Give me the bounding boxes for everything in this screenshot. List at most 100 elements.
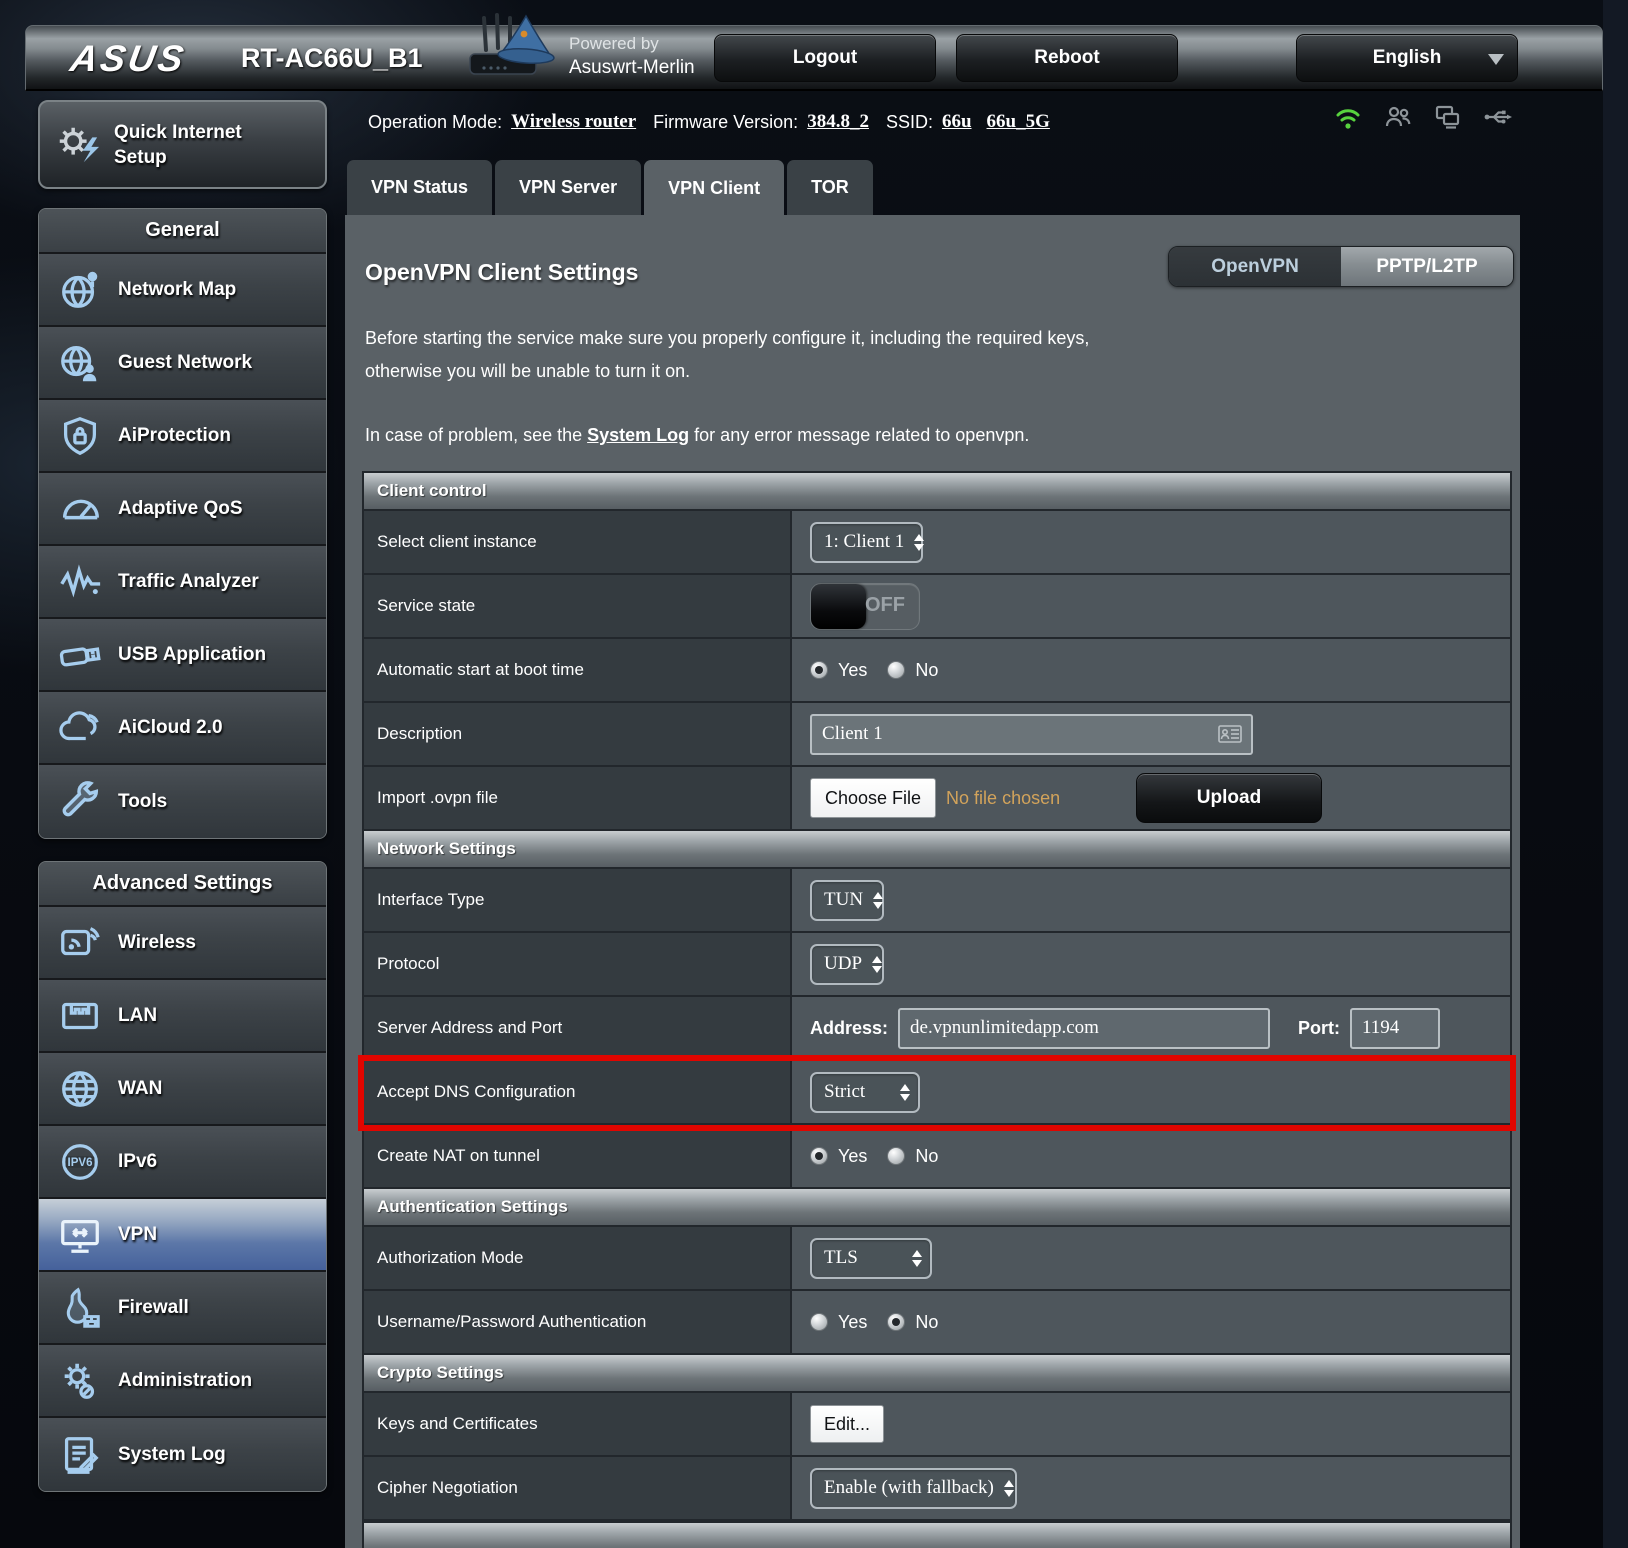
vpn-monitor-icon — [57, 1212, 103, 1258]
row-label: Service state — [364, 575, 792, 637]
sidebar-item-administration[interactable]: Administration — [39, 1345, 326, 1418]
sidebar-item-usb-application[interactable]: USB Application — [39, 619, 326, 692]
sidebar-item-tools[interactable]: Tools — [39, 765, 326, 838]
userpass-yes-radio[interactable] — [810, 1313, 828, 1331]
row-label: Authorization Mode — [364, 1227, 792, 1289]
row-label: Create NAT on tunnel — [364, 1125, 792, 1187]
userpass-auth-row: Username/Password Authentication Yes No — [364, 1291, 1510, 1355]
globe-pin-icon — [57, 267, 103, 313]
devices-status-icon[interactable] — [1433, 102, 1463, 132]
sidebar-item-aicloud[interactable]: AiCloud 2.0 — [39, 692, 326, 765]
protocol-select[interactable]: UDP — [810, 944, 884, 985]
sidebar: Quick Internet Setup General Network Map — [38, 100, 327, 1514]
sidebar-item-system-log[interactable]: System Log — [39, 1418, 326, 1491]
radio-label: Yes — [838, 1146, 867, 1167]
select-arrows-icon — [914, 534, 924, 551]
client-control-header: Client control — [364, 473, 1510, 511]
row-label: Server Address and Port — [364, 997, 792, 1059]
port-label: Port: — [1298, 1018, 1340, 1039]
operation-mode-link[interactable]: Wireless router — [511, 111, 636, 133]
description-input[interactable] — [810, 714, 1253, 755]
auto-start-yes-radio[interactable] — [810, 661, 828, 679]
no-file-chosen-text: No file chosen — [946, 788, 1060, 809]
sidebar-item-firewall[interactable]: Firewall — [39, 1272, 326, 1345]
choose-file-button[interactable]: Choose File — [810, 778, 936, 818]
sidebar-item-label: Adaptive QoS — [118, 498, 243, 520]
advanced-settings-section: Advanced Settings Wireless LAN — [38, 861, 327, 1492]
sidebar-item-traffic-analyzer[interactable]: Traffic Analyzer — [39, 546, 326, 619]
userpass-no-radio[interactable] — [887, 1313, 905, 1331]
firmware-label: Firmware Version: — [653, 112, 798, 133]
clients-status-icon[interactable] — [1383, 102, 1413, 132]
select-client-row: Select client instance 1: Client 1 — [364, 511, 1510, 575]
tab-vpn-status[interactable]: VPN Status — [347, 160, 492, 215]
contact-card-icon — [1217, 722, 1243, 746]
firmware-link[interactable]: 384.8_2 — [807, 111, 869, 133]
sidebar-item-network-map[interactable]: Network Map — [39, 254, 326, 327]
tab-vpn-client[interactable]: VPN Client — [644, 160, 784, 217]
next-section-header-cut — [364, 1521, 1510, 1548]
merlin-router-icon — [456, 10, 568, 88]
pptp-l2tp-tab-button[interactable]: PPTP/L2TP — [1341, 247, 1513, 286]
vpn-type-switch: OpenVPN PPTP/L2TP — [1168, 246, 1514, 287]
sidebar-item-lan[interactable]: LAN — [39, 980, 326, 1053]
authorization-mode-select[interactable]: TLS — [810, 1238, 932, 1279]
cloud-icon — [57, 705, 103, 751]
create-nat-no-radio[interactable] — [887, 1147, 905, 1165]
sidebar-item-label: Network Map — [118, 279, 236, 301]
waveform-icon — [57, 559, 103, 605]
reboot-button[interactable]: Reboot — [956, 34, 1178, 82]
ssid-24g-link[interactable]: 66u — [942, 111, 972, 133]
client-instance-select[interactable]: 1: Client 1 — [810, 522, 923, 563]
interface-type-select[interactable]: TUN — [810, 880, 884, 921]
sidebar-item-vpn[interactable]: VPN — [39, 1199, 326, 1272]
service-state-toggle[interactable]: OFF — [810, 583, 920, 630]
quick-internet-setup-button[interactable]: Quick Internet Setup — [38, 100, 327, 189]
globe-user-icon — [57, 340, 103, 386]
globe-icon — [57, 1066, 103, 1112]
sidebar-item-label: Administration — [118, 1370, 252, 1392]
logout-button[interactable]: Logout — [714, 34, 936, 82]
keys-certificates-row: Keys and Certificates Edit... — [364, 1393, 1510, 1457]
sidebar-item-label: AiCloud 2.0 — [118, 717, 223, 739]
create-nat-yes-radio[interactable] — [810, 1147, 828, 1165]
sidebar-item-adaptive-qos[interactable]: Adaptive QoS — [39, 473, 326, 546]
ssid-5g-link[interactable]: 66u_5G — [987, 111, 1050, 133]
server-address-input[interactable] — [898, 1008, 1270, 1049]
openvpn-tab-button[interactable]: OpenVPN — [1169, 247, 1341, 286]
import-ovpn-row: Import .ovpn file Choose File No file ch… — [364, 767, 1510, 831]
tab-vpn-server[interactable]: VPN Server — [495, 160, 641, 215]
select-arrows-icon — [912, 1250, 922, 1267]
authorization-mode-row: Authorization Mode TLS — [364, 1227, 1510, 1291]
upload-button[interactable]: Upload — [1136, 773, 1322, 823]
auto-start-row: Automatic start at boot time Yes No — [364, 639, 1510, 703]
quick-internet-setup-label: Quick Internet Setup — [114, 120, 242, 170]
cipher-negotiation-select[interactable]: Enable (with fallback) — [810, 1468, 1017, 1509]
auto-start-no-radio[interactable] — [887, 661, 905, 679]
row-label: Cipher Negotiation — [364, 1457, 792, 1519]
asus-logo: ASUS — [67, 38, 189, 80]
language-dropdown[interactable]: English — [1296, 34, 1518, 82]
status-icons — [1333, 102, 1513, 132]
status-infobar: Operation Mode: Wireless router Firmware… — [368, 103, 1050, 141]
system-log-link[interactable]: System Log — [587, 425, 689, 445]
sidebar-item-label: System Log — [118, 1444, 226, 1466]
intro-line1: Before starting the service make sure yo… — [365, 322, 1245, 355]
select-arrows-icon — [873, 892, 883, 909]
tab-tor[interactable]: TOR — [787, 160, 873, 215]
server-port-input[interactable] — [1350, 1008, 1440, 1049]
svg-text:IPV6: IPV6 — [68, 1157, 93, 1169]
sidebar-item-ipv6[interactable]: IPV6 IPv6 — [39, 1126, 326, 1199]
sidebar-item-label: IPv6 — [118, 1151, 157, 1173]
sidebar-item-guest-network[interactable]: Guest Network — [39, 327, 326, 400]
sidebar-item-aiprotection[interactable]: AiProtection — [39, 400, 326, 473]
usb-status-icon[interactable] — [1483, 102, 1513, 132]
edit-keys-button[interactable]: Edit... — [810, 1405, 884, 1443]
wifi-status-icon[interactable] — [1333, 102, 1363, 132]
row-label: Automatic start at boot time — [364, 639, 792, 701]
sidebar-item-label: LAN — [118, 1005, 157, 1027]
sidebar-item-wan[interactable]: WAN — [39, 1053, 326, 1126]
sidebar-item-wireless[interactable]: Wireless — [39, 907, 326, 980]
sidebar-item-label: Tools — [118, 791, 167, 813]
accept-dns-select[interactable]: Strict — [810, 1072, 920, 1113]
